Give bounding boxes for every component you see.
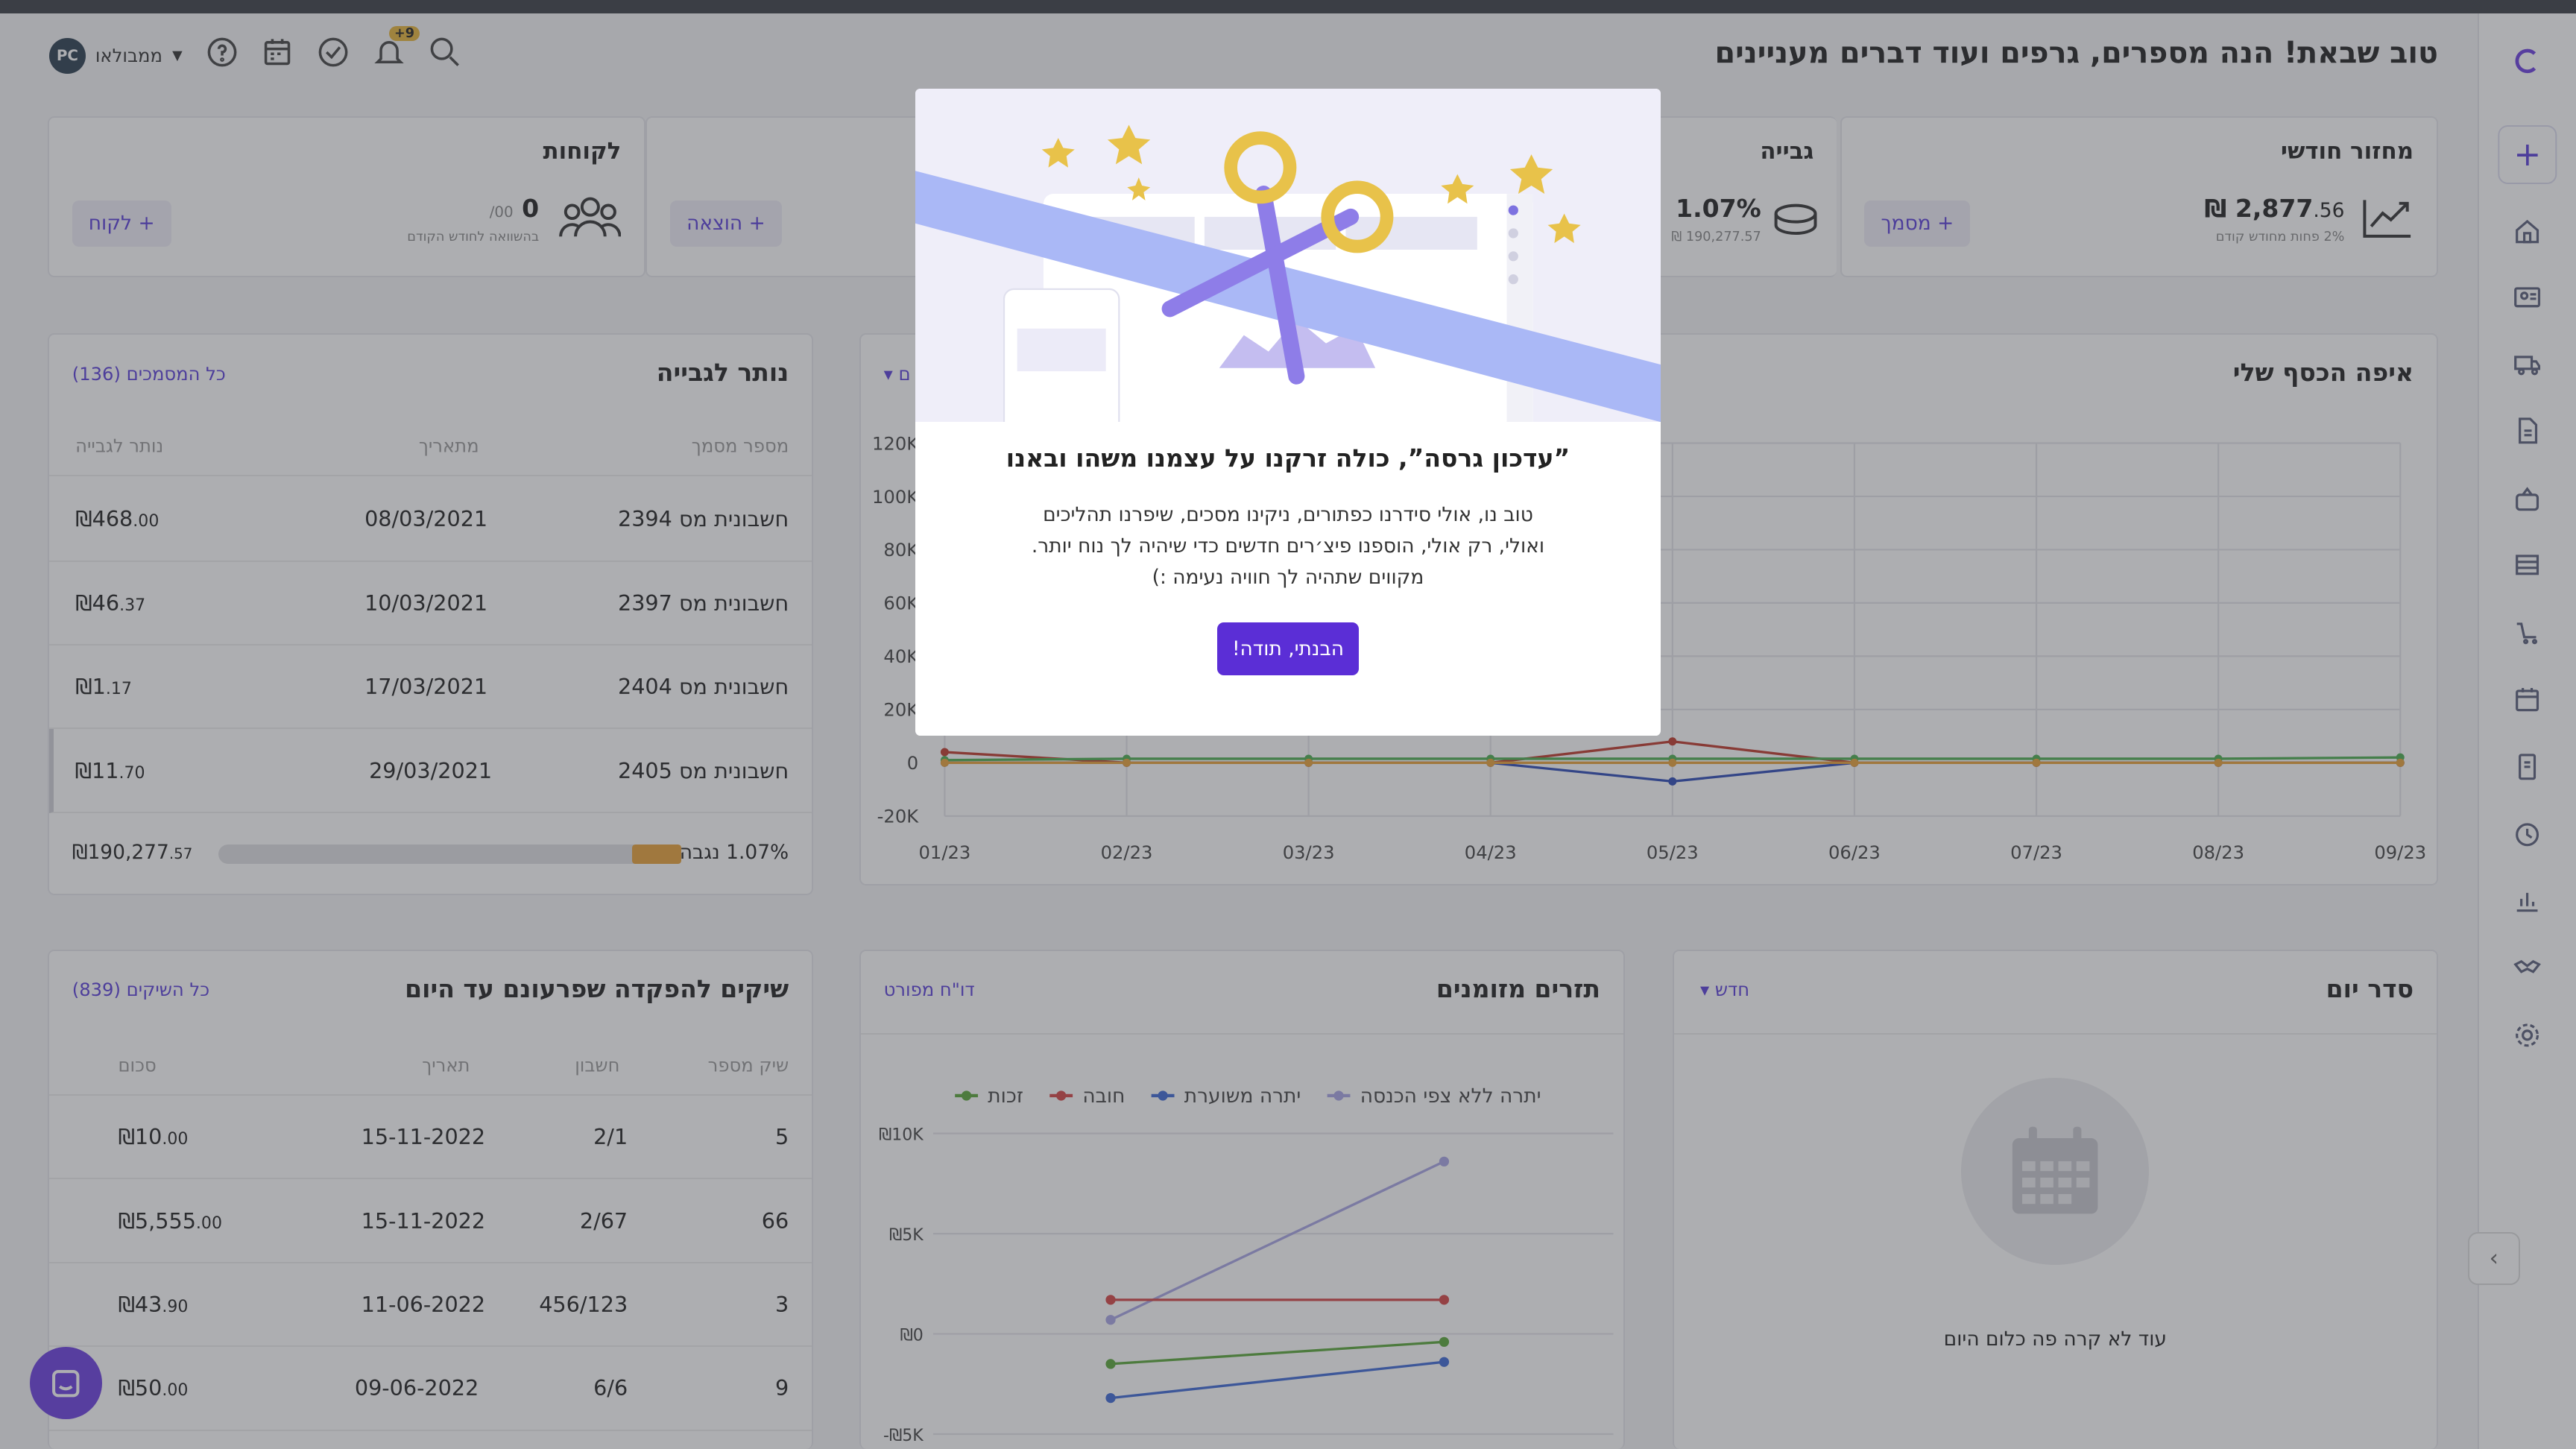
app: + ‹ טוב שבאת! הנה מספרים, גרפים ועוד דבר… xyxy=(0,0,2576,1449)
modal-line-3: מקווים שתהיה לך חוויה נעימה :) xyxy=(1152,565,1424,589)
modal-line-1: טוב נו, אולי סידרנו כפתורים, ניקינו מסכי… xyxy=(1043,503,1533,527)
modal-body: טוב נו, אולי סידרנו כפתורים, ניקינו מסכי… xyxy=(981,499,1595,593)
modal-title: ”עדכון גרסה”, כולה זרקנו על עצמנו משהו ו… xyxy=(1006,443,1570,473)
modal-confirm-button[interactable]: הבנתי, תודה! xyxy=(1217,622,1359,675)
modal-line-2: ואולי, רק אולי, הוספנו פיצ׳רים חדשים כדי… xyxy=(1031,534,1545,558)
modal-illustration xyxy=(915,89,1661,423)
version-update-modal: ”עדכון גרסה”, כולה זרקנו על עצמנו משהו ו… xyxy=(915,89,1661,736)
